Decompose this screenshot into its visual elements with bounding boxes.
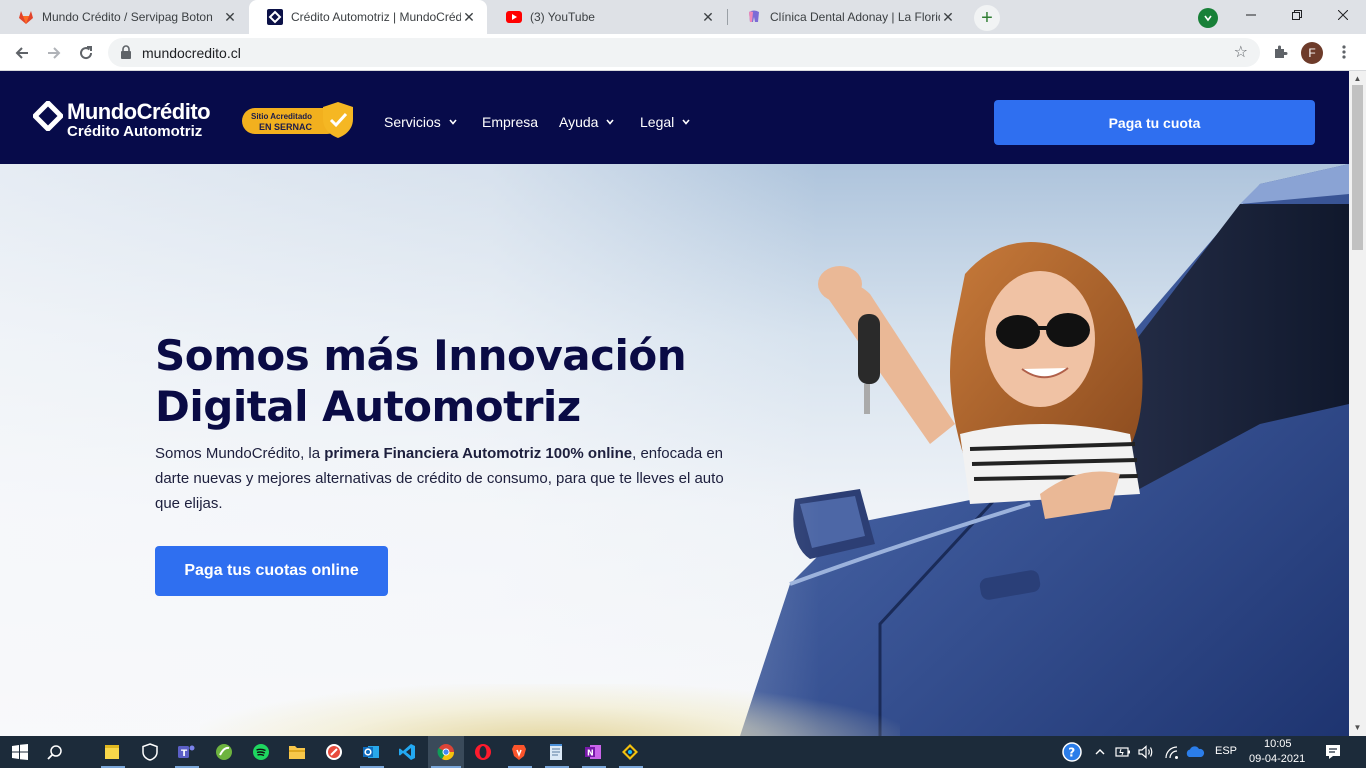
pay-online-button[interactable]: Paga tus cuotas online — [155, 546, 388, 596]
profile-avatar[interactable]: F — [1301, 42, 1323, 64]
page-viewport: MundoCrédito Crédito Automotriz Sitio Ac… — [0, 71, 1349, 736]
spotify-icon[interactable] — [249, 740, 273, 764]
gitlab-icon — [18, 9, 34, 25]
hero-horizon-grass — [200, 684, 900, 736]
back-arrow-icon[interactable] — [10, 41, 34, 65]
new-tab-button[interactable]: + — [974, 5, 1000, 31]
vscode-icon[interactable] — [395, 740, 419, 764]
nav-legal[interactable]: Legal — [640, 114, 690, 130]
page-scrollbar[interactable]: ▲ ▼ — [1349, 71, 1366, 736]
tab-title: Crédito Automotriz | MundoCrédito — [291, 10, 461, 24]
logo-name: MundoCrédito — [67, 99, 211, 124]
language-indicator[interactable]: ESP — [1215, 745, 1237, 757]
file-explorer-icon[interactable] — [285, 740, 309, 764]
help-question-icon[interactable]: ? — [1060, 740, 1084, 764]
tab-title: (3) YouTube — [530, 10, 595, 24]
nav-empresa[interactable]: Empresa — [482, 114, 538, 130]
close-tab-icon[interactable]: ✕ — [940, 9, 956, 25]
outlook-icon[interactable] — [359, 740, 383, 764]
url-text: mundocredito.cl — [142, 45, 241, 61]
close-tab-icon[interactable]: ✕ — [222, 9, 238, 25]
opera-icon[interactable] — [471, 740, 495, 764]
shield-check-icon — [323, 102, 353, 138]
lock-icon — [120, 45, 132, 64]
battery-plug-icon[interactable] — [1111, 740, 1135, 764]
nav-servicios[interactable]: Servicios — [384, 114, 457, 130]
chevron-down-icon — [682, 119, 690, 125]
windows-taskbar: T N ? ESP 10:05 09-04-2021 — [0, 736, 1366, 768]
app-red-circle-icon[interactable] — [322, 740, 346, 764]
chevron-up-icon[interactable] — [1088, 740, 1112, 764]
browser-toolbar: mundocredito.cl ☆ F — [0, 34, 1366, 71]
chevron-down-icon — [606, 119, 615, 125]
onenote-icon[interactable]: N — [581, 740, 605, 764]
hero-text-bold: primera Financiera Automotriz 100% onlin… — [324, 445, 633, 462]
sernac-badge-line2: EN SERNAC — [259, 122, 313, 132]
notifications-icon[interactable] — [1321, 740, 1345, 764]
teams-icon[interactable]: T — [174, 740, 198, 764]
tab-search-icon[interactable] — [1198, 8, 1218, 28]
bookmark-star-icon[interactable]: ☆ — [1234, 42, 1248, 62]
clock-date[interactable]: 09-04-2021 — [1249, 753, 1305, 765]
notepad-icon[interactable] — [544, 740, 568, 764]
nav-ayuda-label: Ayuda — [559, 114, 599, 130]
mundocredito-favicon-icon — [267, 9, 283, 25]
svg-text:N: N — [587, 749, 594, 758]
close-tab-icon[interactable]: ✕ — [461, 9, 477, 25]
hero-description: Somos MundoCrédito, la primera Financier… — [155, 441, 730, 516]
chevron-down-icon — [449, 119, 457, 125]
clinica-favicon-icon — [746, 9, 762, 25]
nav-ayuda[interactable]: Ayuda — [559, 114, 615, 130]
hero-title: Somos más Innovación Digital Automotriz — [155, 330, 775, 432]
tab-credito-automotriz[interactable]: Crédito Automotriz | MundoCrédito ✕ — [249, 0, 487, 34]
hero-text-pre: Somos MundoCrédito, la — [155, 445, 325, 462]
volume-icon[interactable] — [1134, 740, 1158, 764]
wifi-icon[interactable] — [1160, 740, 1184, 764]
nav-servicios-label: Servicios — [384, 114, 441, 130]
forward-arrow-icon[interactable] — [42, 41, 66, 65]
chrome-menu-icon[interactable] — [1334, 42, 1354, 62]
browser-tab-strip: Mundo Crédito / Servipag Boton ✕ Crédito… — [0, 0, 1366, 34]
nav-empresa-label: Empresa — [482, 114, 539, 130]
brave-icon[interactable] — [507, 740, 531, 764]
scrollbar-thumb[interactable] — [1352, 85, 1363, 250]
reload-icon[interactable] — [74, 41, 98, 65]
restore-window-button[interactable] — [1274, 0, 1320, 30]
hero-title-line1: Somos más Innovación — [155, 331, 687, 380]
site-header: MundoCrédito Crédito Automotriz Sitio Ac… — [0, 71, 1349, 164]
youtube-icon — [506, 9, 522, 25]
tab-title: Mundo Crédito / Servipag Boton — [42, 10, 213, 24]
logo-subtitle: Crédito Automotriz — [67, 123, 203, 140]
scroll-down-arrow-icon[interactable]: ▼ — [1353, 723, 1362, 732]
search-icon[interactable] — [43, 740, 67, 764]
tab-youtube[interactable]: (3) YouTube ✕ — [488, 0, 726, 34]
scroll-up-arrow-icon[interactable]: ▲ — [1353, 74, 1362, 83]
git-kraken-icon[interactable] — [618, 740, 642, 764]
hero-section: Somos más Innovación Digital Automotriz … — [0, 164, 1349, 736]
hero-title-line2: Digital Automotriz — [155, 382, 581, 431]
sernac-badge: Sitio Acreditado EN SERNAC — [242, 101, 354, 139]
windows-security-icon[interactable] — [138, 740, 162, 764]
spring-tool-icon[interactable] — [212, 740, 236, 764]
mundocredito-logo-icon — [33, 101, 63, 131]
sernac-badge-line1: Sitio Acreditado — [251, 112, 313, 121]
tab-clinica-dental[interactable]: Clínica Dental Adonay | La Florida ✕ — [728, 0, 966, 34]
windows-start-icon[interactable] — [8, 740, 32, 764]
svg-text:T: T — [181, 749, 188, 759]
nav-legal-label: Legal — [640, 114, 675, 130]
extensions-puzzle-icon[interactable] — [1270, 42, 1290, 62]
close-window-button[interactable] — [1320, 0, 1366, 30]
clock-time[interactable]: 10:05 — [1264, 738, 1292, 750]
sticky-notes-icon[interactable] — [100, 740, 124, 764]
pay-installment-button[interactable]: Paga tu cuota — [994, 100, 1315, 145]
address-bar[interactable]: mundocredito.cl ☆ — [108, 38, 1260, 67]
close-tab-icon[interactable]: ✕ — [700, 9, 716, 25]
chrome-icon[interactable] — [434, 740, 458, 764]
svg-text:?: ? — [1068, 746, 1075, 760]
tab-title: Clínica Dental Adonay | La Florida — [770, 10, 940, 24]
onedrive-cloud-icon[interactable] — [1183, 740, 1207, 764]
minimize-window-button[interactable] — [1228, 0, 1274, 30]
tab-mundo-credito-servipag[interactable]: Mundo Crédito / Servipag Boton ✕ — [0, 0, 248, 34]
